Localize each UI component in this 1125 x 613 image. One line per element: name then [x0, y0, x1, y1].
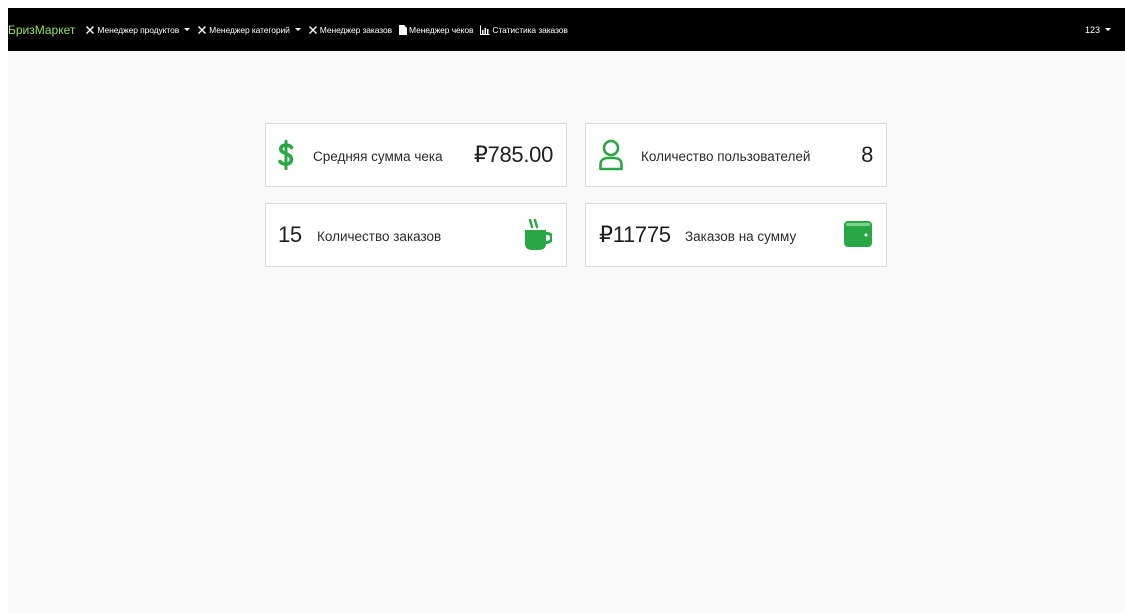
chevron-down-icon	[1105, 28, 1111, 31]
wallet-icon	[844, 221, 872, 247]
nav-order-manager-label: Менеджер заказов	[319, 24, 392, 35]
page: БризМаркет Менеджер продуктов Менеджер к…	[8, 8, 1125, 613]
nav-check-manager[interactable]: Менеджер чеков	[399, 24, 474, 35]
user-icon	[599, 139, 623, 171]
top-navbar: БризМаркет Менеджер продуктов Менеджер к…	[8, 8, 1125, 51]
nav-order-statistics-label: Статистика заказов	[492, 24, 568, 35]
users-count-label: Количество пользователей	[641, 149, 811, 164]
nav-product-manager-label: Менеджер продуктов	[97, 24, 180, 35]
chevron-down-icon	[184, 28, 191, 31]
stat-card-orders-count: 15 Количество заказов	[265, 203, 567, 267]
orders-sum-label: Заказов на сумму	[685, 229, 797, 244]
coffee-icon	[525, 218, 552, 250]
dollar-icon	[278, 140, 294, 170]
orders-count-value: 15	[278, 222, 302, 247]
user-name: 123	[1084, 24, 1100, 35]
tools-icon	[86, 25, 95, 34]
nav-product-manager[interactable]: Менеджер продуктов	[85, 24, 191, 35]
nav-check-manager-label: Менеджер чеков	[409, 24, 474, 35]
users-count-value: 8	[861, 142, 873, 167]
file-icon	[399, 24, 407, 35]
nav-order-statistics[interactable]: Статистика заказов	[480, 24, 568, 35]
nav-category-manager[interactable]: Менеджер категорий	[197, 25, 301, 35]
orders-count-label: Количество заказов	[317, 229, 442, 244]
chart-icon	[480, 25, 490, 35]
stat-card-users-count: Количество пользователей 8	[585, 123, 887, 187]
nav-category-manager-label: Менеджер категорий	[209, 24, 290, 35]
tools-icon	[198, 25, 207, 34]
stat-card-orders-sum: ₽11775 Заказов на сумму	[585, 203, 887, 267]
nav-order-manager[interactable]: Менеджер заказов	[308, 25, 392, 35]
average-check-label: Средняя сумма чека	[313, 149, 443, 164]
brand-link[interactable]: БризМаркет	[8, 23, 75, 37]
user-menu[interactable]: 123	[1085, 8, 1111, 51]
tools-icon	[308, 25, 317, 34]
orders-sum-value: ₽11775	[599, 222, 671, 247]
average-check-value: ₽785.00	[473, 142, 553, 167]
stat-card-average-check: Средняя сумма чека ₽785.00	[265, 123, 567, 187]
chevron-down-icon	[294, 28, 301, 31]
